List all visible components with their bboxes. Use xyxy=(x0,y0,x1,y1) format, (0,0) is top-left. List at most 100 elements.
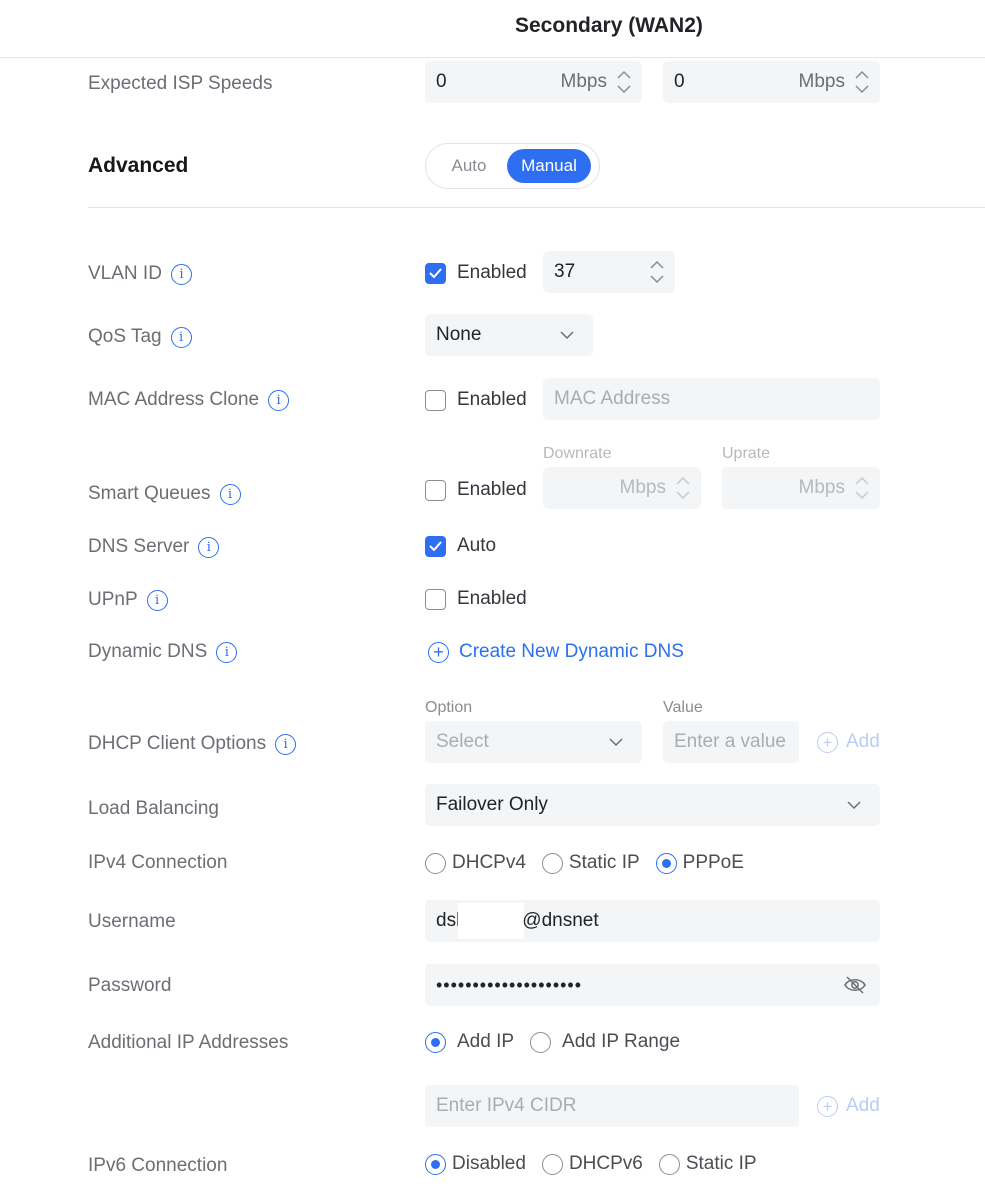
radio-label: PPPoE xyxy=(682,852,744,873)
checkbox-unchecked-icon[interactable] xyxy=(425,479,446,501)
radio-icon[interactable] xyxy=(425,852,446,874)
smart-queues-checkbox[interactable]: Enabled xyxy=(425,476,527,504)
ipv6-disabled-radio[interactable]: Disabled xyxy=(425,1153,526,1175)
dns-server-label: DNS Server i xyxy=(88,533,220,561)
dhcp-add-button[interactable]: + Add xyxy=(817,728,880,756)
chevron-down-icon xyxy=(609,738,623,747)
additional-ip-radio-group: Add IP Add IP Range xyxy=(425,1028,696,1056)
checkbox-unchecked-icon[interactable] xyxy=(425,389,446,411)
radio-icon[interactable] xyxy=(541,1153,563,1175)
ipv6-radio-group: Disabled DHCPv6 Static IP xyxy=(425,1150,773,1178)
downrate-input[interactable]: Mbps xyxy=(543,467,701,509)
isp-download-value: 0 xyxy=(436,71,447,92)
plus-circle-icon: + xyxy=(428,641,449,663)
radio-label: Add IP xyxy=(457,1031,515,1052)
stepper-icon[interactable] xyxy=(855,471,869,505)
info-icon[interactable]: i xyxy=(219,483,241,505)
ipv4-dhcpv4-radio[interactable]: DHCPv4 xyxy=(425,852,526,874)
dhcp-value-input[interactable]: Enter a value xyxy=(663,721,799,763)
smart-queues-label: Smart Queues i xyxy=(88,480,241,508)
radio-selected-icon[interactable] xyxy=(655,852,677,874)
unit-label: Mbps xyxy=(619,477,666,498)
ipv4-label: IPv4 Connection xyxy=(88,852,228,873)
unit-label: Mbps xyxy=(798,477,845,498)
info-icon[interactable]: i xyxy=(170,263,192,285)
unit-label: Mbps xyxy=(798,71,845,92)
radio-icon[interactable] xyxy=(530,1031,552,1053)
isp-upload-value: 0 xyxy=(674,71,685,92)
radio-selected-icon[interactable] xyxy=(425,1031,446,1053)
checkbox-checked-icon[interactable] xyxy=(425,262,446,284)
radio-label: Add IP Range xyxy=(562,1031,681,1052)
cidr-add-button[interactable]: + Add xyxy=(817,1092,880,1120)
load-balancing-select[interactable]: Failover Only xyxy=(425,784,880,826)
stepper-icon[interactable] xyxy=(650,255,664,289)
ipv6-dhcpv6-radio[interactable]: DHCPv6 xyxy=(541,1153,643,1175)
eye-off-icon[interactable] xyxy=(843,975,867,995)
cidr-placeholder: Enter IPv4 CIDR xyxy=(436,1095,577,1116)
ipv6-label: IPv6 Connection xyxy=(88,1155,228,1176)
checkbox-label: Auto xyxy=(457,535,497,556)
page-title: Secondary (WAN2) xyxy=(515,14,703,37)
isp-download-input[interactable]: 0 Mbps xyxy=(425,61,642,103)
ipv6-static-radio[interactable]: Static IP xyxy=(658,1153,757,1175)
username-prefix: dsl xyxy=(436,910,461,932)
stepper-icon[interactable] xyxy=(855,65,869,99)
mac-clone-checkbox[interactable]: Enabled xyxy=(425,386,527,414)
value-label: Value xyxy=(663,699,703,716)
advanced-auto-option[interactable]: Auto xyxy=(431,149,507,183)
qos-label: QoS Tag i xyxy=(88,323,192,351)
info-icon[interactable]: i xyxy=(170,326,192,348)
mac-address-input[interactable]: MAC Address xyxy=(543,378,880,420)
password-input[interactable]: •••••••••••••••••••• xyxy=(425,964,880,1006)
info-icon[interactable]: i xyxy=(216,641,238,663)
option-label: Option xyxy=(425,699,473,716)
upnp-checkbox[interactable]: Enabled xyxy=(425,585,527,613)
add-ip-radio[interactable]: Add IP xyxy=(425,1031,514,1053)
username-label: Username xyxy=(88,911,176,932)
load-balancing-label: Load Balancing xyxy=(88,798,219,819)
checkbox-label: Enabled xyxy=(457,262,527,283)
checkbox-label: Enabled xyxy=(457,588,527,609)
uprate-input[interactable]: Mbps xyxy=(722,467,880,509)
additional-ip-label: Additional IP Addresses xyxy=(88,1032,289,1053)
ipv4-static-radio[interactable]: Static IP xyxy=(541,852,640,874)
dhcp-option-select[interactable]: Select xyxy=(425,721,642,763)
checkbox-label: Enabled xyxy=(457,479,527,500)
checkbox-unchecked-icon[interactable] xyxy=(425,588,446,610)
ipv4-cidr-input[interactable]: Enter IPv4 CIDR xyxy=(425,1085,799,1127)
create-dynamic-dns-link[interactable]: + Create New Dynamic DNS xyxy=(428,638,684,666)
stepper-icon[interactable] xyxy=(617,65,631,99)
uprate-label: Uprate xyxy=(722,445,771,462)
dhcp-client-label: DHCP Client Options i xyxy=(88,730,297,758)
unit-label: Mbps xyxy=(560,71,607,92)
vlan-enabled-checkbox[interactable]: Enabled xyxy=(425,259,527,287)
radio-icon[interactable] xyxy=(658,1153,680,1175)
info-icon[interactable]: i xyxy=(146,589,168,611)
vlan-id-input[interactable]: 37 xyxy=(543,251,675,293)
advanced-mode-toggle[interactable]: Auto Manual xyxy=(425,143,600,189)
isp-upload-input[interactable]: 0 Mbps xyxy=(663,61,880,103)
info-icon[interactable]: i xyxy=(198,536,220,558)
checkbox-checked-icon[interactable] xyxy=(425,535,446,557)
radio-selected-icon[interactable] xyxy=(425,1153,446,1175)
chevron-down-icon xyxy=(560,331,574,340)
radio-label: Static IP xyxy=(568,852,640,873)
dns-auto-checkbox[interactable]: Auto xyxy=(425,532,496,560)
info-icon[interactable]: i xyxy=(275,733,297,755)
add-ip-range-radio[interactable]: Add IP Range xyxy=(530,1031,680,1053)
radio-icon[interactable] xyxy=(541,852,563,874)
username-input[interactable]: dsl @dnsnet xyxy=(425,900,880,942)
info-icon[interactable]: i xyxy=(268,389,290,411)
mac-address-placeholder: MAC Address xyxy=(554,388,671,409)
plus-circle-icon: + xyxy=(817,1095,838,1117)
downrate-label: Downrate xyxy=(543,445,612,462)
add-label: Add xyxy=(846,1095,880,1116)
ipv4-pppoe-radio[interactable]: PPPoE xyxy=(655,852,744,874)
qos-select[interactable]: None xyxy=(425,314,593,356)
advanced-manual-option[interactable]: Manual xyxy=(507,149,591,183)
password-label: Password xyxy=(88,975,172,996)
ipv4-radio-group: DHCPv4 Static IP PPPoE xyxy=(425,849,760,877)
stepper-icon[interactable] xyxy=(676,471,690,505)
chevron-down-icon xyxy=(847,801,861,810)
